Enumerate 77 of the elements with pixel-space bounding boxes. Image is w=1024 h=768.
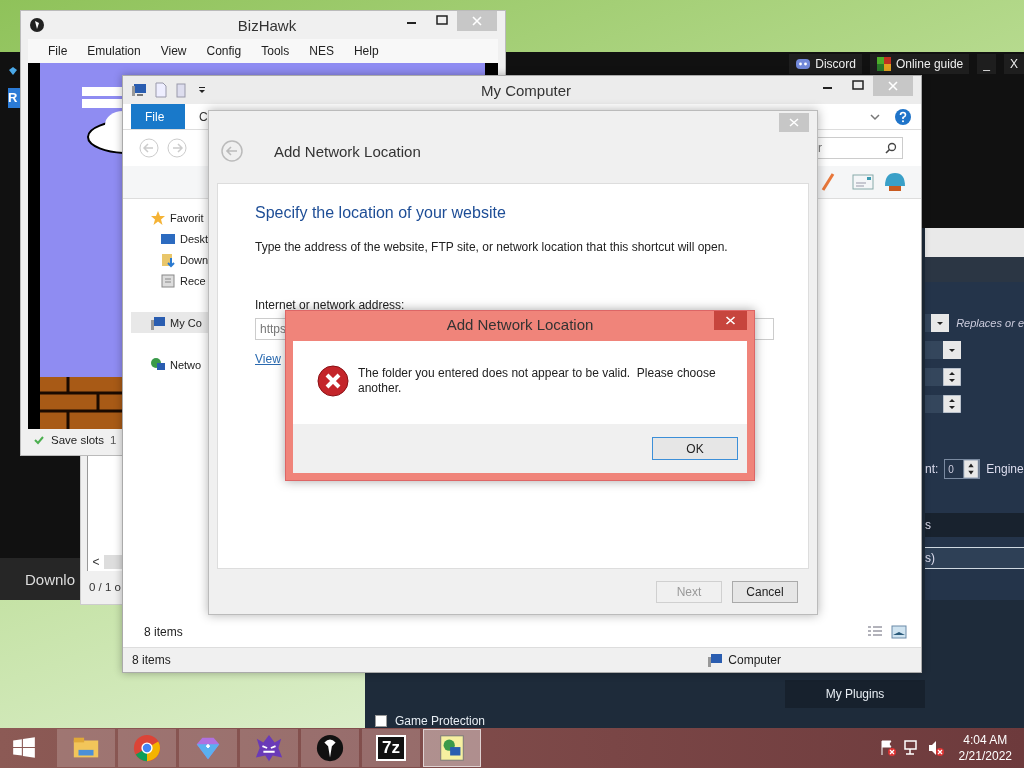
error-icon — [317, 365, 349, 397]
menu-item[interactable]: Config — [206, 44, 242, 58]
clock-time[interactable]: 4:04 AM — [963, 732, 1008, 748]
ribbon-tab[interactable]: File — [131, 104, 185, 129]
menu-item[interactable]: Help — [353, 44, 379, 58]
launcher-button[interactable]: Online guide — [869, 54, 970, 74]
spin-arrows-icon — [963, 460, 980, 478]
dropdown[interactable] — [925, 341, 961, 359]
game-protection-label: Game Protection — [395, 714, 486, 728]
clock-date[interactable]: 2/21/2022 — [958, 748, 1012, 764]
recent-icon — [160, 272, 176, 289]
status-text: 0 / 1 o — [89, 581, 122, 593]
spiky-creature-icon — [254, 733, 284, 763]
ok-button[interactable]: OK — [652, 437, 738, 460]
computer-icon — [707, 652, 724, 668]
computer-icon — [150, 314, 166, 331]
address-label: Internet or network address: — [255, 298, 406, 312]
menu-item[interactable]: Emulation — [87, 44, 141, 58]
window-title: BizHawk — [237, 16, 297, 34]
caret-icon — [943, 341, 961, 359]
spin-field[interactable] — [925, 368, 961, 386]
search-icon[interactable] — [885, 142, 897, 154]
taskbar-app[interactable] — [301, 729, 359, 767]
menu-item[interactable]: File — [48, 44, 68, 58]
spin-arrows-icon — [943, 368, 961, 386]
caret-icon — [931, 314, 950, 332]
scrollbar-thumb[interactable] — [104, 555, 122, 569]
launcher-button[interactable]: X — [1004, 54, 1024, 74]
download-label: Downlo — [25, 570, 76, 588]
hint-text: Replaces or e — [956, 317, 1024, 329]
item-count: 8 items — [144, 625, 183, 639]
browser-icon — [132, 733, 162, 763]
count-spin-field[interactable]: 0 — [944, 459, 981, 479]
section-header: s — [925, 513, 1024, 537]
blocks-icon — [875, 56, 892, 72]
menu-item[interactable]: NES — [309, 44, 334, 58]
archive-logo: 7z — [376, 735, 406, 761]
launcher-button[interactable]: Discord — [789, 54, 862, 74]
app-badge[interactable]: R — [8, 88, 20, 108]
menu-item[interactable]: Tools — [261, 44, 290, 58]
status-label: Save slots — [51, 434, 105, 446]
close-icon[interactable] — [714, 311, 747, 330]
menu-item[interactable]: View — [160, 44, 187, 58]
view-link[interactable]: View — [255, 352, 281, 366]
network-icon — [150, 356, 166, 373]
taskbar-app[interactable]: 7z — [362, 729, 420, 767]
checkbox[interactable] — [375, 715, 387, 727]
error-message: The folder you entered does not appear to be valid. Please choose another. — [358, 366, 717, 396]
speaker-muted-icon[interactable] — [926, 739, 945, 757]
instruction-text: Type the address of the website, FTP site, or network location that this shortcut will open. — [255, 240, 729, 254]
controller-icon — [795, 56, 812, 72]
help-icon[interactable] — [895, 108, 911, 125]
list-row[interactable]: s) — [925, 547, 1024, 569]
count-label: nt: — [925, 462, 939, 476]
wizard-button[interactable]: Cancel — [732, 580, 798, 603]
spin-field[interactable] — [925, 395, 961, 413]
dialog-title: Add Network Location — [446, 316, 594, 333]
engine-label: Engine — [986, 462, 1024, 476]
downloads-icon — [160, 251, 176, 268]
dialog-title: Add Network Location — [274, 142, 421, 160]
star-icon — [150, 209, 166, 226]
windows-logo-icon[interactable] — [11, 735, 37, 761]
dropdown[interactable] — [925, 314, 950, 332]
status-value: 1 — [110, 434, 117, 446]
diamond-icon[interactable] — [8, 66, 18, 76]
spin-arrows-icon — [943, 395, 961, 413]
computer-icon[interactable] — [131, 82, 147, 98]
wizard-heading: Specify the location of your website — [255, 204, 507, 222]
my-plugins-button[interactable]: My Plugins — [785, 680, 925, 708]
check-icon — [33, 434, 45, 446]
window-title: My Computer — [481, 81, 571, 99]
status-location: Computer — [728, 653, 781, 667]
launcher-button[interactable]: _ — [977, 54, 996, 74]
network-app-icon — [437, 733, 467, 763]
flag-warning-icon[interactable] — [878, 739, 897, 757]
thumbnail-view-icon[interactable] — [891, 625, 907, 639]
status-count: 8 items — [132, 653, 171, 667]
